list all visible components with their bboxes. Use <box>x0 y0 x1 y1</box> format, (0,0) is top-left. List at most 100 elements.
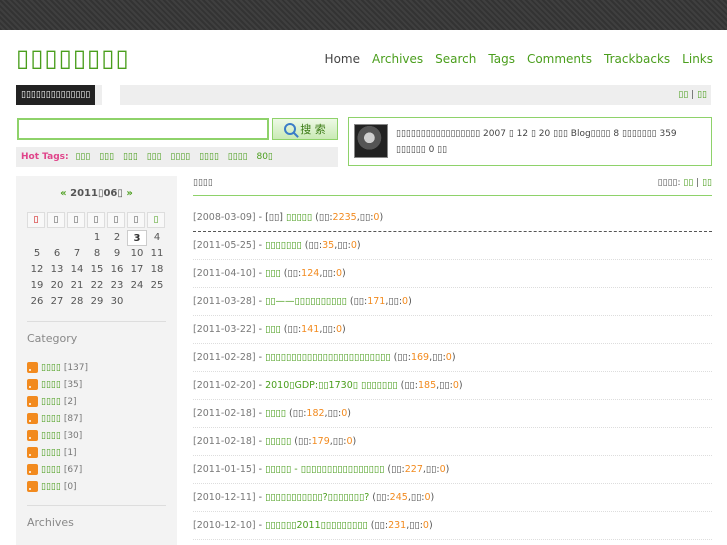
rss-icon[interactable] <box>27 481 38 492</box>
nav-search[interactable]: Search <box>435 52 476 66</box>
calendar-day[interactable]: 21 <box>67 278 87 294</box>
hot-tag[interactable]: ▯▯▯ <box>123 152 138 162</box>
sub-link-2[interactable]: ▯▯ <box>697 90 707 100</box>
sort-option-1[interactable]: ▯▯ <box>683 178 693 188</box>
post-title-link[interactable]: ▯▯▯▯▯▯▯▯▯▯▯?▯▯▯▯▯▯▯? <box>265 492 369 503</box>
post-title-link[interactable]: ▯▯▯▯▯▯▯▯▯▯▯▯▯▯▯▯▯▯▯▯▯▯▯▯ <box>265 352 390 363</box>
rss-icon[interactable] <box>27 362 38 373</box>
nav-home[interactable]: Home <box>325 52 360 66</box>
post-title-link[interactable]: 2010▯GDP:▯▯1730▯ ▯▯▯▯▯▯▯ <box>265 380 398 391</box>
calendar-day[interactable]: 6 <box>47 246 67 262</box>
post-row: [2010-12-10] - ▯▯▯▯▯▯2011▯▯▯▯▯▯▯▯▯ (▯▯:2… <box>193 512 712 540</box>
post-date: [2011-03-22] <box>193 324 256 335</box>
nav-archives[interactable]: Archives <box>372 52 423 66</box>
post-title-link[interactable]: ▯▯▯ <box>265 324 281 335</box>
post-title-link[interactable]: ▯▯——▯▯▯▯▯▯▯▯▯▯ <box>265 296 347 307</box>
rss-icon[interactable] <box>27 464 38 475</box>
rss-icon[interactable] <box>27 396 38 407</box>
calendar-prev[interactable]: « <box>60 188 66 199</box>
category-link[interactable]: ▯▯▯▯ <box>41 363 61 373</box>
calendar-day[interactable]: 23 <box>107 278 127 294</box>
nav-comments[interactable]: Comments <box>527 52 592 66</box>
calendar-weekday: ▯ <box>107 212 125 228</box>
calendar-day[interactable]: 3 <box>127 230 147 246</box>
calendar-day[interactable]: 24 <box>127 278 147 294</box>
calendar-day[interactable]: 26 <box>27 294 47 310</box>
rss-icon[interactable] <box>27 447 38 458</box>
calendar-day[interactable]: 5 <box>27 246 47 262</box>
category-link[interactable]: ▯▯▯▯ <box>41 482 61 492</box>
calendar-next[interactable]: » <box>126 188 132 199</box>
hot-tag[interactable]: ▯▯▯▯ <box>228 152 248 162</box>
post-title-link[interactable]: ▯▯▯▯▯▯2011▯▯▯▯▯▯▯▯▯ <box>265 520 368 531</box>
calendar-day[interactable]: 7 <box>67 246 87 262</box>
calendar-day[interactable]: 22 <box>87 278 107 294</box>
site-logo[interactable]: ▯▯▯▯▯▯▯▯ <box>16 44 130 72</box>
views-count: 231 <box>388 520 407 531</box>
post-title-link[interactable]: ▯▯▯▯▯ <box>286 212 312 223</box>
post-title-link[interactable]: ▯▯▯▯▯ <box>265 436 291 447</box>
calendar-day[interactable]: 29 <box>87 294 107 310</box>
nav-links[interactable]: Links <box>682 52 713 66</box>
rss-icon[interactable] <box>27 413 38 424</box>
calendar-day[interactable]: 16 <box>107 262 127 278</box>
category-link[interactable]: ▯▯▯▯ <box>41 448 61 458</box>
hot-tag[interactable]: ▯▯▯ <box>75 152 90 162</box>
category-count: [137] <box>63 362 89 373</box>
search-button[interactable]: 搜 索 <box>272 118 338 140</box>
calendar-day[interactable]: 2 <box>107 230 127 246</box>
calendar-day[interactable]: 10 <box>127 246 147 262</box>
calendar-day[interactable]: 20 <box>47 278 67 294</box>
search-button-label: 搜 索 <box>300 123 326 136</box>
hot-tag[interactable]: 80▯ <box>256 152 272 162</box>
category-link[interactable]: ▯▯▯▯ <box>41 465 61 475</box>
calendar-day[interactable]: 18 <box>147 262 167 278</box>
search-input[interactable] <box>17 118 269 140</box>
sub-links: ▯▯ | ▯▯ <box>678 85 707 105</box>
post-title-link[interactable]: ▯▯▯▯▯▯▯ <box>265 240 302 251</box>
calendar-day[interactable]: 1 <box>87 230 107 246</box>
calendar-day[interactable]: 15 <box>87 262 107 278</box>
calendar-day[interactable]: 28 <box>67 294 87 310</box>
sub-link-1[interactable]: ▯▯ <box>678 90 688 100</box>
post-title-link[interactable]: ▯▯▯ <box>265 268 281 279</box>
calendar-month: 2011▯06▯ <box>70 188 123 199</box>
post-title-link[interactable]: ▯▯▯▯ <box>265 408 286 419</box>
comments-label: ▯▯: <box>409 520 423 531</box>
hot-tag[interactable]: ▯▯▯▯ <box>199 152 219 162</box>
calendar-day[interactable]: 12 <box>27 262 47 278</box>
hot-tag[interactable]: ▯▯▯ <box>147 152 162 162</box>
comments-count: 0 <box>350 240 357 251</box>
views-count: 169 <box>410 352 430 363</box>
calendar-day[interactable]: 25 <box>147 278 167 294</box>
hot-tags: Hot Tags: ▯▯▯ ▯▯▯ ▯▯▯ ▯▯▯ ▯▯▯▯ ▯▯▯▯ ▯▯▯▯… <box>16 147 338 167</box>
rss-icon[interactable] <box>27 430 38 441</box>
post-title-link[interactable]: ▯▯▯▯▯ - ▯▯▯▯▯▯▯▯▯▯▯▯▯▯▯▯ <box>265 464 384 475</box>
calendar-day[interactable]: 27 <box>47 294 67 310</box>
hot-tag[interactable]: ▯▯▯ <box>99 152 114 162</box>
calendar-day[interactable]: 19 <box>27 278 47 294</box>
calendar-day[interactable]: 14 <box>67 262 87 278</box>
calendar-day[interactable]: 4 <box>147 230 167 246</box>
post-date: [2011-03-28] <box>193 296 256 307</box>
rss-icon[interactable] <box>27 379 38 390</box>
hot-tag[interactable]: ▯▯▯▯ <box>170 152 190 162</box>
calendar-day[interactable]: 9 <box>107 246 127 262</box>
category-link[interactable]: ▯▯▯▯ <box>41 431 61 441</box>
calendar-day[interactable]: 13 <box>47 262 67 278</box>
post-list-title: ▯▯▯▯ <box>193 178 213 188</box>
nav-trackbacks[interactable]: Trackbacks <box>604 52 670 66</box>
calendar-day[interactable]: 17 <box>127 262 147 278</box>
views-label: ▯▯: <box>374 520 389 531</box>
calendar-day[interactable]: 11 <box>147 246 167 262</box>
category-link[interactable]: ▯▯▯▯ <box>41 397 61 407</box>
comments-count: 0 <box>341 408 348 419</box>
calendar-day[interactable]: 30 <box>107 294 127 310</box>
calendar-day[interactable]: 8 <box>87 246 107 262</box>
nav-tags[interactable]: Tags <box>488 52 515 66</box>
sub-header-bar: ▯▯▯▯▯▯▯▯▯▯▯▯▯▯ ▯▯ | ▯▯ <box>16 85 711 105</box>
views-label: ▯▯: <box>287 324 302 335</box>
sort-option-2[interactable]: ▯▯ <box>702 178 712 188</box>
category-link[interactable]: ▯▯▯▯ <box>41 380 61 390</box>
category-link[interactable]: ▯▯▯▯ <box>41 414 61 424</box>
